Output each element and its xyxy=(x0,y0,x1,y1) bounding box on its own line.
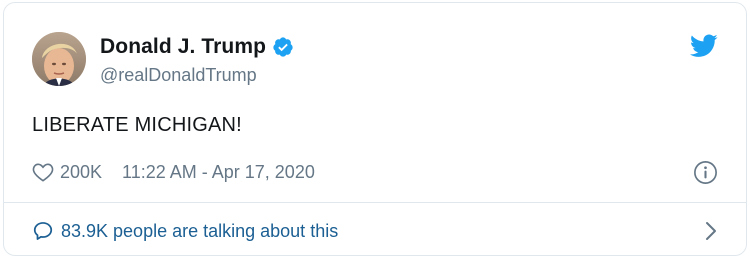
verified-badge-icon xyxy=(273,37,293,57)
avatar[interactable] xyxy=(32,32,86,86)
tweet-timestamp[interactable]: 11:22 AM - Apr 17, 2020 xyxy=(122,162,315,183)
name-row: Donald J. Trump xyxy=(100,32,294,62)
tweet-card[interactable]: Donald J. Trump @realDonaldTrump LIBERAT… xyxy=(3,2,747,256)
tweet-meta: 200K 11:22 AM - Apr 17, 2020 xyxy=(32,158,718,186)
tweet-header: Donald J. Trump @realDonaldTrump xyxy=(32,30,718,90)
tweet-text: LIBERATE MICHIGAN! xyxy=(32,114,242,136)
like-count[interactable]: 200K xyxy=(60,162,102,183)
info-icon[interactable] xyxy=(693,160,718,185)
speech-bubble-icon xyxy=(33,222,53,240)
chevron-right-icon[interactable] xyxy=(704,220,718,242)
heart-icon[interactable] xyxy=(32,162,54,182)
divider xyxy=(4,202,746,203)
author-display-name[interactable]: Donald J. Trump xyxy=(100,35,266,59)
author-info: Donald J. Trump @realDonaldTrump xyxy=(100,32,294,86)
twitter-bird-icon[interactable] xyxy=(690,34,718,58)
conversation-text: 83.9K people are talking about this xyxy=(61,220,339,241)
avatar-image xyxy=(32,32,86,86)
conversation-link[interactable]: 83.9K people are talking about this xyxy=(32,216,718,246)
author-handle[interactable]: @realDonaldTrump xyxy=(100,65,294,86)
